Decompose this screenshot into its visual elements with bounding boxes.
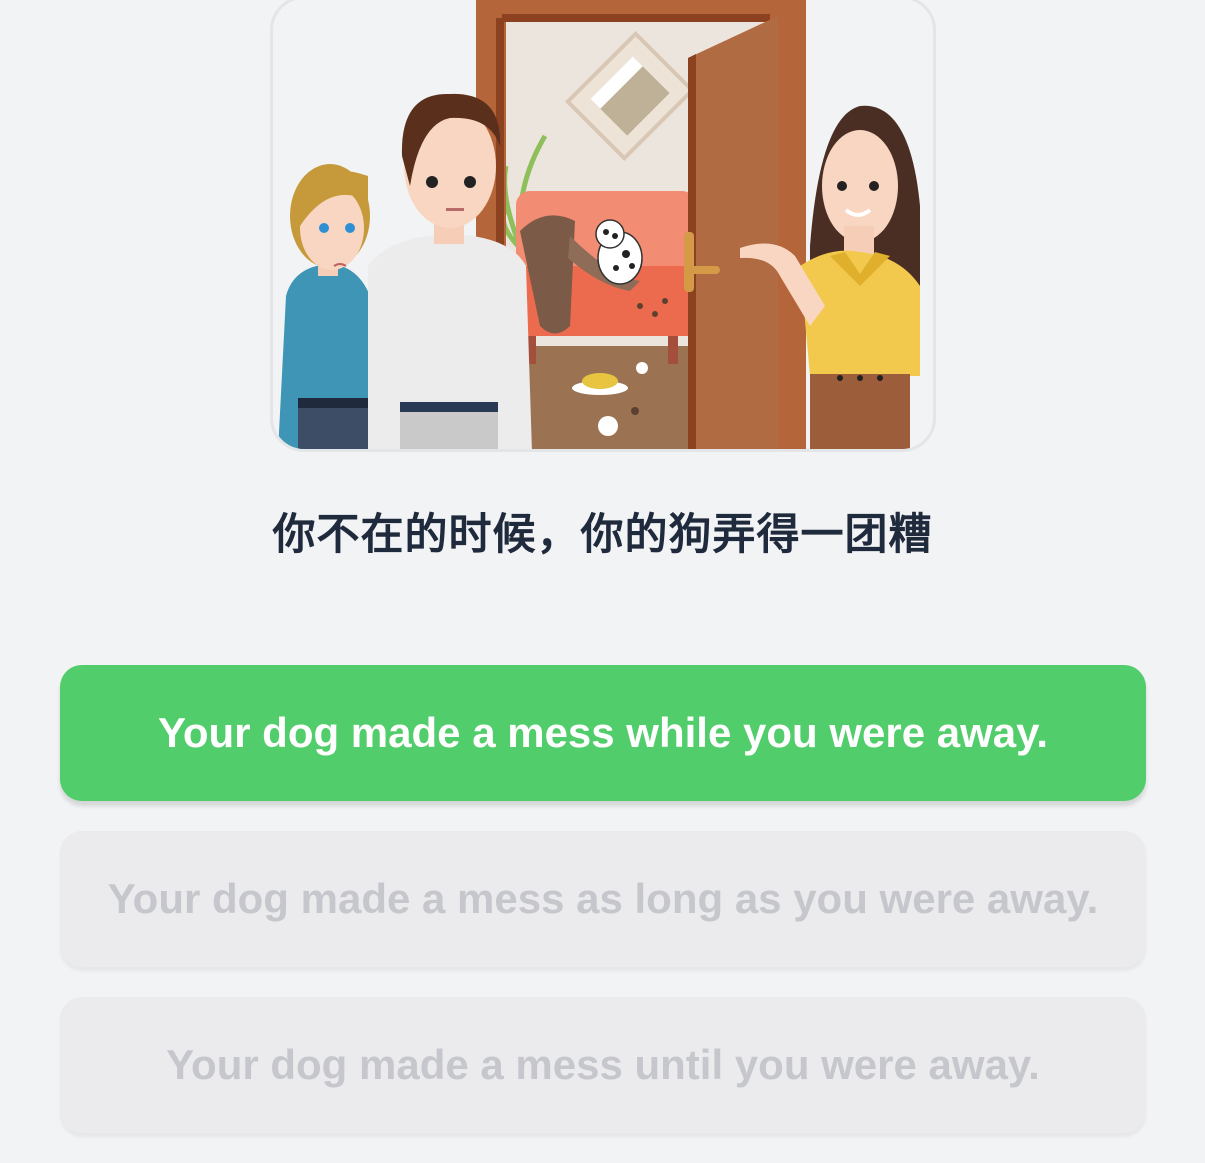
option-button[interactable]: Your dog made a mess while you were away… [60, 665, 1146, 801]
option-button[interactable]: Your dog made a mess until you were away… [60, 997, 1146, 1133]
option-label: Your dog made a mess until you were away… [166, 1041, 1040, 1088]
scene-illustration [278, 0, 920, 449]
option-label: Your dog made a mess while you were away… [157, 709, 1049, 756]
illustration-card [270, 0, 936, 452]
option-label: Your dog made a mess as long as you were… [107, 875, 1099, 922]
prompt-text: 你不在的时候，你的狗弄得一团糟 [272, 510, 933, 560]
option-button[interactable]: Your dog made a mess as long as you were… [60, 831, 1146, 967]
answer-options: Your dog made a mess while you were away… [60, 665, 1146, 1163]
